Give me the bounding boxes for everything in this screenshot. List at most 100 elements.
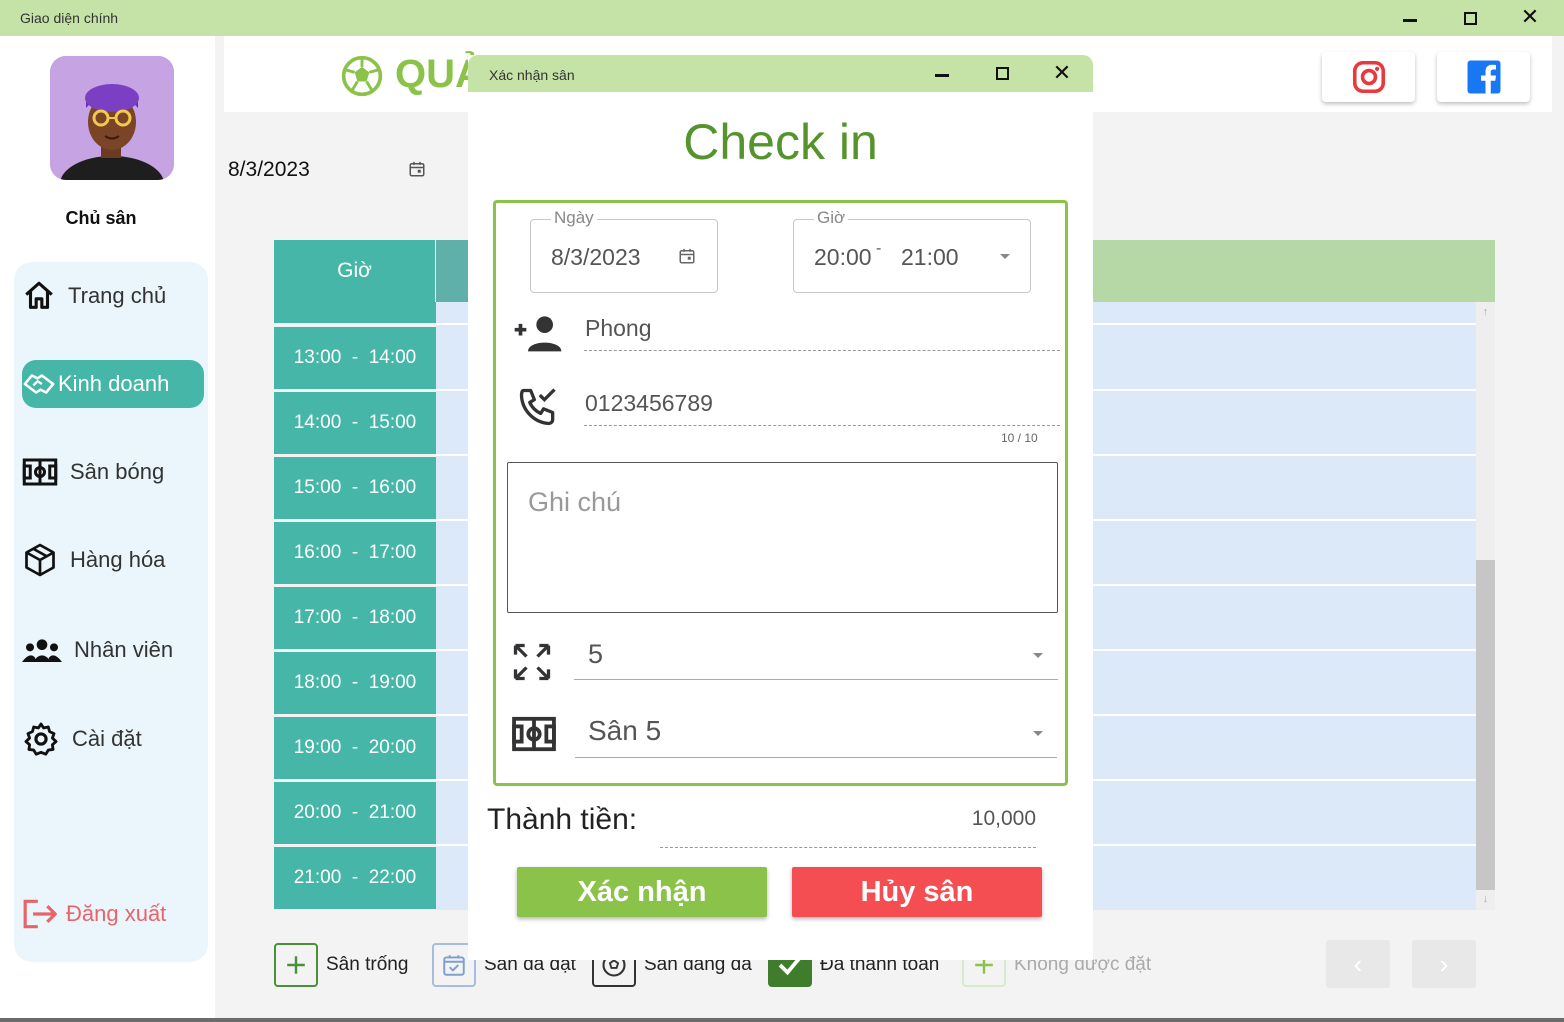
time-slot: 15:00 - 16:00 <box>274 457 436 519</box>
scrollbar-thumb[interactable] <box>1476 560 1495 890</box>
sidebar-item-label: Cài đặt <box>72 726 142 751</box>
confirm-button[interactable]: Xác nhận <box>517 867 767 917</box>
time-slot: 14:00 - 15:00 <box>274 392 436 454</box>
date-picker-main[interactable]: 8/3/2023 <box>228 158 310 182</box>
time-slot: 13:00 - 14:00 <box>274 327 436 389</box>
field-name-underline <box>575 757 1057 758</box>
logout-button[interactable]: Đăng xuất <box>22 890 204 938</box>
sidebar: Chủ sân Trang chủ Kinh doanh Sân bóng Hà… <box>0 36 215 1022</box>
customer-name-underline <box>584 350 1060 351</box>
scroll-down-icon[interactable]: ↓ <box>1476 893 1495 909</box>
phone-underline <box>584 425 1060 426</box>
sidebar-item-fields[interactable]: Sân bóng <box>22 448 204 496</box>
sidebar-item-label: Sân bóng <box>70 459 165 484</box>
dialog-close-button[interactable]: ✕ <box>1032 55 1092 92</box>
calendar-icon[interactable] <box>408 160 426 178</box>
cancel-booking-button[interactable]: Hủy sân <box>792 867 1042 917</box>
soccer-ball-icon <box>341 55 383 97</box>
maximize-icon <box>995 67 1009 80</box>
time-field-label: Giờ <box>814 208 849 228</box>
owner-label: Chủ sân <box>65 208 137 228</box>
logout-label: Đăng xuất <box>66 901 167 926</box>
date-field[interactable]: Ngày 8/3/2023 <box>530 208 718 293</box>
window-bottom-edge <box>0 1018 1564 1022</box>
phone-check-icon <box>519 388 556 426</box>
time-slot: 17:00 - 18:00 <box>274 587 436 649</box>
instagram-icon <box>1352 60 1385 94</box>
maximize-icon <box>1463 11 1477 25</box>
avatar[interactable] <box>50 56 174 180</box>
home-icon <box>25 281 53 309</box>
window-titlebar: Giao diện chính ✕ <box>0 0 1564 36</box>
time-slot: 19:00 - 20:00 <box>274 717 436 779</box>
date-field-label: Ngày <box>551 208 597 228</box>
dialog-heading: Check in <box>683 114 878 170</box>
box-icon <box>25 543 55 577</box>
minimize-icon <box>935 74 949 77</box>
instagram-button[interactable] <box>1322 52 1415 102</box>
time-separator: - <box>876 240 882 257</box>
time-field[interactable]: Giờ 20:00 - 21:00 <box>793 208 1031 293</box>
sidebar-item-business[interactable]: Kinh doanh <box>22 360 204 408</box>
legend-empty: Sân trống <box>274 942 408 988</box>
people-icon <box>22 639 62 662</box>
field-size-select[interactable]: 5 <box>588 639 603 670</box>
time-slot: 16:00 - 17:00 <box>274 522 436 584</box>
maximize-button[interactable] <box>1440 0 1500 36</box>
close-icon: ✕ <box>1052 60 1072 86</box>
facebook-button[interactable] <box>1437 52 1530 102</box>
date-field-value: 8/3/2023 <box>551 244 641 270</box>
handshake-icon <box>23 374 55 394</box>
time-slot: 18:00 - 19:00 <box>274 652 436 714</box>
time-slot-partial <box>274 302 436 323</box>
legend-label: Sân trống <box>326 954 409 975</box>
chevron-down-icon[interactable] <box>1033 731 1043 736</box>
nav-panel: Trang chủ Kinh doanh Sân bóng Hàng hóa N… <box>14 262 208 962</box>
checkin-dialog: Xác nhận sân ✕ Check in Ngày 8/3/2023 Gi… <box>468 55 1093 960</box>
booking-form: Ngày 8/3/2023 Giờ 20:00 - 21:00 Phong 01… <box>493 200 1068 786</box>
sidebar-item-label: Nhân viên <box>74 637 174 662</box>
phone-input[interactable]: 0123456789 <box>585 390 713 417</box>
total-value: 10,000 <box>971 807 1036 830</box>
time-column-header: Giờ <box>274 240 436 302</box>
dialog-minimize-button[interactable] <box>912 55 972 92</box>
dialog-maximize-button[interactable] <box>972 55 1032 92</box>
stadium-icon <box>22 458 58 486</box>
calendar-icon[interactable] <box>678 247 696 265</box>
next-page-button[interactable]: › <box>1412 940 1476 988</box>
time-from: 20:00 <box>814 244 872 270</box>
chevron-down-icon[interactable] <box>1033 653 1043 658</box>
sidebar-item-label: Trang chủ <box>68 283 167 308</box>
close-button[interactable]: ✕ <box>1500 0 1560 36</box>
field-size-underline <box>574 679 1058 680</box>
chevron-down-icon[interactable] <box>1000 254 1010 259</box>
chevron-left-icon: ‹ <box>1353 948 1363 979</box>
total-underline <box>660 847 1036 848</box>
add-person-icon <box>514 316 562 352</box>
time-to: 21:00 <box>901 244 959 270</box>
expand-icon <box>513 643 551 681</box>
field-name-select[interactable]: Sân 5 <box>588 715 661 747</box>
minimize-icon <box>1403 18 1417 22</box>
logout-icon <box>23 899 57 929</box>
sidebar-item-label: Hàng hóa <box>70 547 166 572</box>
sidebar-item-staff[interactable]: Nhân viên <box>22 626 204 674</box>
phone-char-counter: 10 / 10 <box>1001 431 1038 445</box>
note-placeholder: Ghi chú <box>528 487 622 517</box>
sidebar-item-label: Kinh doanh <box>58 371 170 396</box>
dialog-titlebar: Xác nhận sân ✕ <box>468 55 1093 92</box>
time-slot: 20:00 - 21:00 <box>274 782 436 844</box>
note-textarea[interactable]: Ghi chú <box>507 462 1058 613</box>
plus-icon <box>274 943 318 987</box>
minimize-button[interactable] <box>1380 0 1440 36</box>
customer-name-input[interactable]: Phong <box>585 315 652 342</box>
scroll-up-icon[interactable]: ↑ <box>1476 306 1495 322</box>
close-icon: ✕ <box>1520 5 1540 30</box>
sidebar-item-settings[interactable]: Cài đặt <box>22 715 204 763</box>
prev-page-button[interactable]: ‹ <box>1326 940 1390 988</box>
window-title: Giao diện chính <box>20 10 119 26</box>
sidebar-item-home[interactable]: Trang chủ <box>22 272 204 320</box>
total-label: Thành tiền: <box>487 803 638 836</box>
sidebar-item-goods[interactable]: Hàng hóa <box>22 536 204 584</box>
time-slot: 21:00 - 22:00 <box>274 847 436 909</box>
